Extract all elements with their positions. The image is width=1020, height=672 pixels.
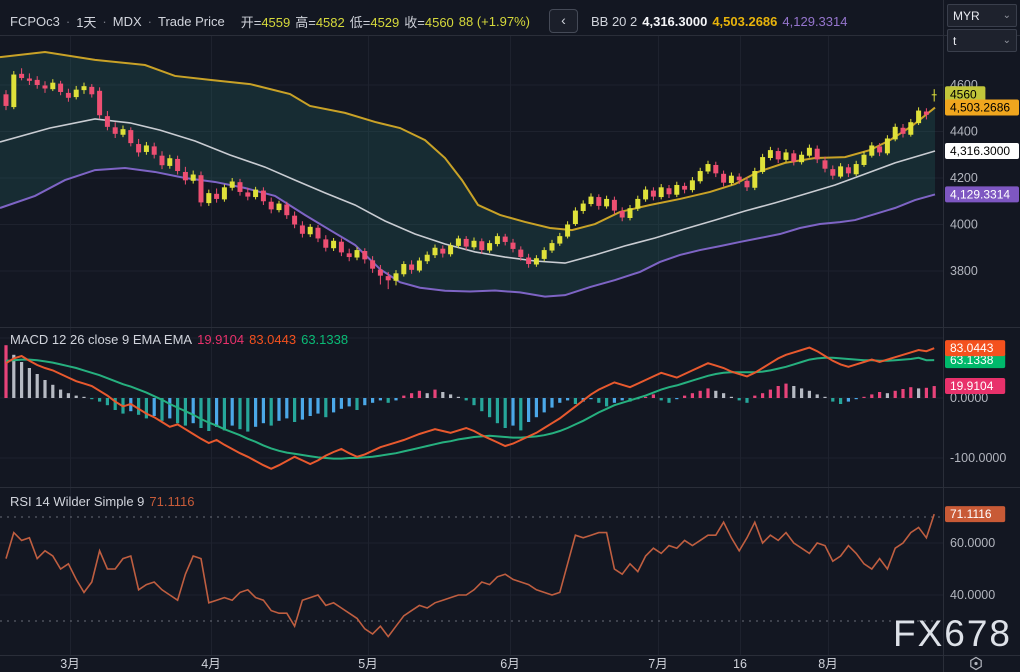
svg-text:5月: 5月 xyxy=(358,657,377,671)
rsi-value: 71.1116 xyxy=(149,494,194,509)
bb-upper-value: 4,503.2686 xyxy=(712,14,777,29)
svg-text:-100.0000: -100.0000 xyxy=(950,451,1006,465)
svg-text:8月: 8月 xyxy=(818,657,837,671)
chevron-down-icon: ⌄ xyxy=(1003,10,1011,21)
svg-text:7月: 7月 xyxy=(648,657,667,671)
interval-label[interactable]: 1天 xyxy=(76,12,96,31)
series-type-label: Trade Price xyxy=(158,14,225,29)
separator-dot: · xyxy=(102,14,106,29)
svg-text:16: 16 xyxy=(733,657,747,671)
macd-signal-value: 63.1338 xyxy=(301,332,348,347)
svg-text:83.0443: 83.0443 xyxy=(950,341,994,355)
svg-text:3800: 3800 xyxy=(950,264,978,278)
currency-dropdown-value: MYR xyxy=(953,9,980,23)
chevron-left-icon: ‹ xyxy=(561,12,566,28)
macd-pane-legend: MACD 12 26 close 9 EMA EMA 19.9104 83.04… xyxy=(10,332,348,347)
ohlc-close: 收=4560 xyxy=(404,12,454,31)
price-scale-controls: MYR ⌄ t ⌄ xyxy=(947,4,1017,52)
rsi-indicator-title[interactable]: RSI 14 Wilder Simple 9 xyxy=(10,494,144,509)
chevron-down-icon: ⌄ xyxy=(1003,35,1011,46)
macd-indicator-title[interactable]: MACD 12 26 close 9 EMA EMA xyxy=(10,332,192,347)
svg-text:6月: 6月 xyxy=(500,657,519,671)
svg-text:3月: 3月 xyxy=(60,657,79,671)
svg-text:4000: 4000 xyxy=(950,218,978,232)
svg-text:4,129.3314: 4,129.3314 xyxy=(950,187,1010,201)
main-pane-legend: FCPOc3 · 1天 · MDX · Trade Price 开=4559 高… xyxy=(10,9,847,33)
macd-line-value: 83.0443 xyxy=(249,332,296,347)
unit-dropdown-value: t xyxy=(953,34,956,48)
svg-text:19.9104: 19.9104 xyxy=(950,379,994,393)
svg-text:40.0000: 40.0000 xyxy=(950,588,995,602)
symbol-title[interactable]: FCPOc3 xyxy=(10,14,60,29)
ohlc-low: 低=4529 xyxy=(350,12,400,31)
rsi-pane-legend: RSI 14 Wilder Simple 9 71.1116 xyxy=(10,494,194,509)
fx678-watermark: FX678 xyxy=(893,613,1012,655)
svg-text:4,503.2686: 4,503.2686 xyxy=(950,100,1010,114)
macd-hist-value: 19.9104 xyxy=(197,332,244,347)
svg-text:71.1116: 71.1116 xyxy=(950,507,992,521)
svg-text:4200: 4200 xyxy=(950,171,978,185)
separator-dot: · xyxy=(148,14,152,29)
ohlc-open: 开=4559 xyxy=(241,12,291,31)
svg-text:4400: 4400 xyxy=(950,125,978,139)
currency-dropdown[interactable]: MYR ⌄ xyxy=(947,4,1017,27)
separator-dot: · xyxy=(66,14,70,29)
bb-lower-value: 4,129.3314 xyxy=(782,14,847,29)
change-label: 88 (+1.97%) xyxy=(459,14,530,29)
bb-indicator-title[interactable]: BB 20 2 xyxy=(591,14,637,29)
ohlc-high: 高=4582 xyxy=(295,12,345,31)
trading-chart-window: 460044004200400038000.0000-100.000060.00… xyxy=(0,0,1020,672)
exchange-label: MDX xyxy=(113,14,142,29)
bb-basis-value: 4,316.3000 xyxy=(642,14,707,29)
svg-text:4,316.3000: 4,316.3000 xyxy=(950,144,1010,158)
collapse-indicators-button[interactable]: ‹ xyxy=(549,9,578,33)
svg-text:60.0000: 60.0000 xyxy=(950,536,995,550)
unit-dropdown[interactable]: t ⌄ xyxy=(947,29,1017,52)
svg-text:4560: 4560 xyxy=(950,87,977,101)
svg-text:4月: 4月 xyxy=(201,657,220,671)
